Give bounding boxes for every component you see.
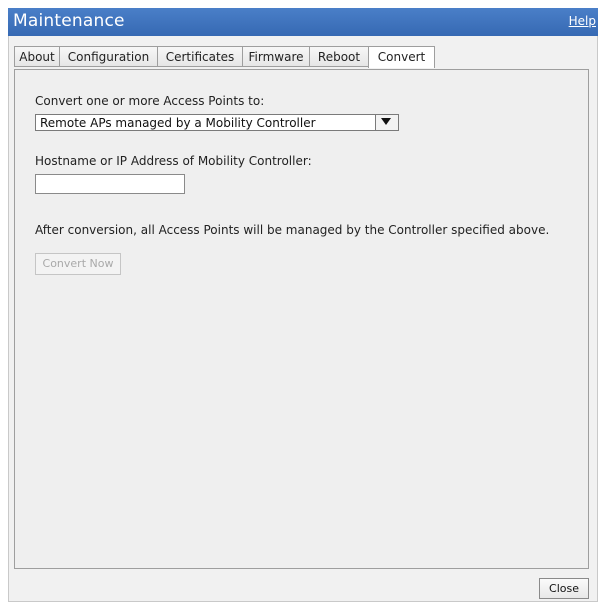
tab-about[interactable]: About [14, 46, 60, 67]
dropdown-button[interactable] [375, 115, 398, 130]
conversion-note: After conversion, all Access Points will… [35, 223, 550, 237]
dialog-body: About Configuration Certificates Firmwar… [8, 36, 598, 602]
tab-certificates[interactable]: Certificates [157, 46, 243, 67]
convert-to-value: Remote APs managed by a Mobility Control… [40, 116, 316, 130]
tab-convert[interactable]: Convert [368, 46, 435, 68]
maintenance-dialog: Maintenance Help About Configuration Cer… [8, 8, 598, 602]
tab-configuration[interactable]: Configuration [59, 46, 158, 67]
help-link[interactable]: Help [569, 14, 596, 28]
title-bar: Maintenance Help [8, 8, 598, 36]
chevron-down-icon [381, 118, 391, 125]
convert-panel: Convert one or more Access Points to: Re… [14, 69, 589, 569]
tab-firmware[interactable]: Firmware [242, 46, 310, 67]
convert-to-select[interactable]: Remote APs managed by a Mobility Control… [35, 114, 399, 131]
controller-label: Hostname or IP Address of Mobility Contr… [35, 154, 312, 168]
close-button[interactable]: Close [539, 578, 589, 599]
convert-now-button[interactable]: Convert Now [35, 253, 121, 275]
dialog-title: Maintenance [13, 11, 125, 31]
convert-to-label: Convert one or more Access Points to: [35, 94, 265, 108]
tab-reboot[interactable]: Reboot [309, 46, 369, 67]
controller-address-input[interactable] [35, 174, 185, 194]
